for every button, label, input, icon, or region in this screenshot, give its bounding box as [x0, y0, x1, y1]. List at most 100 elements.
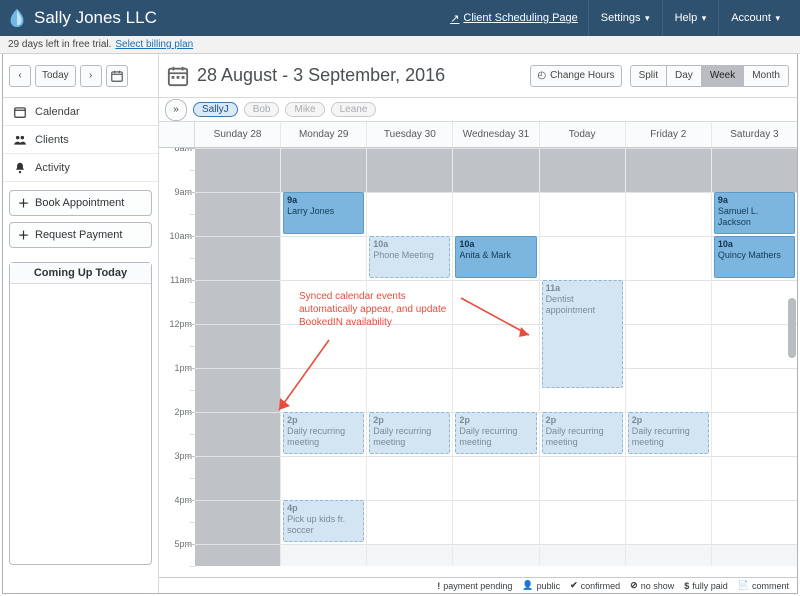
view-week-button[interactable]: Week — [701, 65, 744, 87]
plus-icon: ＋ — [18, 227, 29, 243]
day-header: Friday 2 — [626, 122, 712, 147]
day-header: Sunday 28 — [195, 122, 281, 147]
legend-icon: ✔ — [570, 580, 578, 591]
synced-event[interactable]: 2pDaily recurring meeting — [542, 412, 623, 454]
help-menu[interactable]: Help ▾ — [662, 0, 719, 36]
event-title: Daily recurring meeting — [287, 426, 345, 447]
day-header: Tuesday 30 — [367, 122, 453, 147]
synced-event[interactable]: 2pDaily recurring meeting — [455, 412, 536, 454]
day-column[interactable]: 11aDentist appointment 2pDaily recurring … — [540, 148, 626, 566]
legend-label: payment pending — [443, 581, 512, 591]
calendar-grid[interactable]: 8am9am10am11am12pm1pm2pm3pm4pm5pm 9aLarr… — [159, 148, 797, 577]
today-button[interactable]: Today — [35, 65, 76, 87]
select-billing-link[interactable]: Select billing plan — [115, 39, 193, 50]
company-name: Sally Jones LLC — [34, 8, 157, 28]
day-column[interactable]: 9aSamuel L. Jackson10aQuincy Mathers — [712, 148, 797, 566]
calendar-chip-sallyj[interactable]: SallyJ — [193, 102, 238, 117]
app-logo-icon — [6, 7, 28, 29]
trial-bar: 29 days left in free trial. Select billi… — [0, 36, 800, 54]
legend-item: 📄comment — [738, 580, 789, 591]
event-title: Daily recurring meeting — [373, 426, 431, 447]
sidebar-item-calendar[interactable]: Calendar — [3, 98, 158, 126]
sidebar-item-label: Activity — [35, 162, 70, 174]
sidebar-item-clients[interactable]: Clients — [3, 126, 158, 154]
change-hours-button[interactable]: ◴ Change Hours — [530, 65, 621, 87]
plus-icon: ＋ — [18, 195, 29, 211]
sidebar-item-label: Clients — [35, 134, 69, 146]
day-header: Wednesday 31 — [453, 122, 539, 147]
appointment-event[interactable]: 10aQuincy Mathers — [714, 236, 795, 278]
settings-menu[interactable]: Settings ▾ — [588, 0, 662, 36]
account-label: Account — [731, 12, 771, 24]
view-day-button[interactable]: Day — [666, 65, 702, 87]
request-payment-button[interactable]: ＋ Request Payment — [9, 222, 152, 248]
event-title: Anita & Mark — [459, 250, 511, 260]
next-button[interactable]: › — [80, 65, 102, 87]
day-header: Saturday 3 — [712, 122, 797, 147]
legend-icon: $ — [684, 581, 689, 591]
prev-button[interactable]: ‹ — [9, 65, 31, 87]
legend-item: 👤public — [522, 580, 560, 591]
trial-text: 29 days left in free trial. — [8, 39, 111, 50]
event-title: Phone Meeting — [373, 250, 434, 260]
calendar-chip-mike[interactable]: Mike — [285, 102, 324, 117]
calendar-mini-icon — [110, 69, 124, 83]
mini-calendar-button[interactable] — [106, 65, 128, 87]
date-nav: ‹ Today › — [3, 54, 158, 98]
legend-label: no show — [641, 581, 675, 591]
sidebar: ‹ Today › Calendar Clients Activity ＋ Book… — [3, 54, 159, 593]
chevron-right-icon: › — [89, 70, 92, 81]
client-scheduling-link[interactable]: ↗ Client Scheduling Page — [450, 12, 578, 25]
change-hours-label: Change Hours — [550, 70, 614, 81]
calendar-chip-bob[interactable]: Bob — [244, 102, 280, 117]
time-gutter: 8am9am10am11am12pm1pm2pm3pm4pm5pm — [159, 148, 195, 566]
event-title: Samuel L. Jackson — [718, 206, 759, 227]
view-month-button[interactable]: Month — [743, 65, 789, 87]
event-title: Daily recurring meeting — [459, 426, 517, 447]
calendar-icon — [167, 65, 189, 87]
account-menu[interactable]: Account ▾ — [718, 0, 792, 36]
appointment-event[interactable]: 9aSamuel L. Jackson — [714, 192, 795, 234]
event-time: 11a — [546, 283, 561, 293]
synced-event[interactable]: 2pDaily recurring meeting — [628, 412, 709, 454]
calendar-chip-leane[interactable]: Leane — [331, 102, 377, 117]
coming-up-panel: Coming Up Today — [9, 262, 152, 565]
event-time: 4p — [287, 503, 298, 513]
sidebar-item-activity[interactable]: Activity — [3, 154, 158, 182]
event-time: 10a — [373, 239, 388, 249]
app-header: Sally Jones LLC ↗ Client Scheduling Page… — [0, 0, 800, 36]
day-header: Today — [540, 122, 626, 147]
day-header: Monday 29 — [281, 122, 367, 147]
book-label: Book Appointment — [35, 197, 124, 209]
expand-calendars-button[interactable]: » — [165, 99, 187, 121]
legend-icon: ⊘ — [630, 580, 638, 591]
day-column[interactable]: 2pDaily recurring meeting — [626, 148, 712, 566]
main: 28 August - 3 September, 2016 ◴Change Ho… — [159, 54, 797, 593]
scrollbar-thumb[interactable] — [788, 298, 796, 358]
sidebar-actions: ＋ Book Appointment ＋ Request Payment — [3, 182, 158, 256]
synced-event[interactable]: 11aDentist appointment — [542, 280, 623, 388]
legend-item: ⊘no show — [630, 580, 674, 591]
bell-icon — [13, 161, 27, 175]
event-title: Daily recurring meeting — [546, 426, 604, 447]
book-appointment-button[interactable]: ＋ Book Appointment — [9, 190, 152, 216]
appointment-event[interactable]: 10aAnita & Mark — [455, 236, 536, 278]
appointment-event[interactable]: 9aLarry Jones — [283, 192, 364, 234]
legend-item: !payment pending — [437, 581, 512, 591]
view-split-button[interactable]: Split — [630, 65, 667, 87]
calendar-chips-row: » SallyJ Bob Mike Leane — [159, 98, 797, 122]
event-title: Pick up kids fr. soccer — [287, 514, 345, 535]
annotation-arrow-2 — [259, 328, 379, 428]
synced-event[interactable]: 4pPick up kids fr. soccer — [283, 500, 364, 542]
event-title: Dentist appointment — [546, 294, 596, 315]
clock-icon: ◴ — [537, 70, 546, 81]
legend-icon: 👤 — [522, 580, 533, 591]
synced-event[interactable]: 10aPhone Meeting — [369, 236, 450, 278]
coming-up-heading: Coming Up Today — [10, 263, 151, 284]
people-icon — [13, 133, 27, 147]
header-gutter — [159, 122, 195, 147]
event-title: Larry Jones — [287, 206, 334, 216]
synced-event[interactable]: 2pDaily recurring meeting — [369, 412, 450, 454]
calendar-toolbar: 28 August - 3 September, 2016 ◴Change Ho… — [159, 54, 797, 98]
legend-icon: ! — [437, 581, 440, 591]
